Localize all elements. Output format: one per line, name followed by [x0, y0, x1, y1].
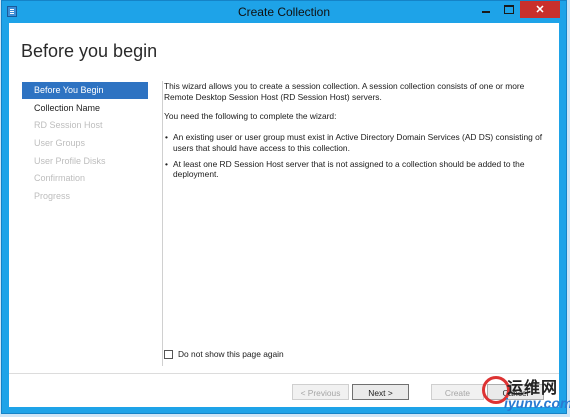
step-progress: Progress	[34, 191, 71, 202]
wizard-client-area: Before you begin Before You Begin Collec…	[9, 23, 559, 407]
do-not-show-checkbox[interactable]	[164, 349, 173, 359]
caption-buttons: ✕	[474, 1, 560, 18]
maximize-button[interactable]	[498, 1, 520, 18]
title-bar[interactable]: Create Collection ✕	[2, 1, 566, 23]
step-confirmation: Confirmation	[34, 173, 86, 184]
step-before-you-begin[interactable]: Before You Begin	[22, 82, 148, 99]
step-user-groups: User Groups	[34, 138, 86, 149]
requirement-item: At least one RD Session Host server that…	[165, 159, 543, 181]
page-heading: Before you begin	[21, 41, 158, 61]
wizard-steps-nav: Before You Begin Collection Name RD Sess…	[22, 82, 148, 206]
create-button: Create	[431, 384, 484, 400]
previous-button: < Previous	[292, 384, 349, 400]
maximize-icon	[504, 5, 514, 14]
watermark-text-url: iyunv.com	[504, 395, 570, 411]
step-collection-name[interactable]: Collection Name	[22, 100, 148, 117]
minimize-icon	[482, 11, 490, 13]
wizard-content: This wizard allows you to create a sessi…	[162, 81, 551, 366]
button-bar: < Previous Next > Create Cancel	[9, 373, 559, 408]
do-not-show-label: Do not show this page again	[178, 349, 284, 359]
requirements-list: An existing user or user group must exis…	[165, 132, 543, 185]
minimize-button[interactable]	[474, 1, 498, 18]
close-button[interactable]: ✕	[520, 1, 560, 18]
site-watermark: 运维网 iyunv.com	[480, 372, 570, 416]
do-not-show-row[interactable]: Do not show this page again	[164, 349, 284, 359]
wizard-window: Create Collection ✕ Before you begin Bef…	[1, 0, 567, 414]
requirement-item: An existing user or user group must exis…	[165, 132, 543, 154]
next-button[interactable]: Next >	[352, 384, 409, 400]
step-rd-session-host: RD Session Host	[34, 120, 103, 131]
requirements-title: You need the following to complete the w…	[164, 111, 337, 121]
step-user-profile-disks: User Profile Disks	[34, 155, 106, 166]
close-icon: ✕	[535, 4, 545, 16]
intro-text: This wizard allows you to create a sessi…	[164, 81, 525, 102]
